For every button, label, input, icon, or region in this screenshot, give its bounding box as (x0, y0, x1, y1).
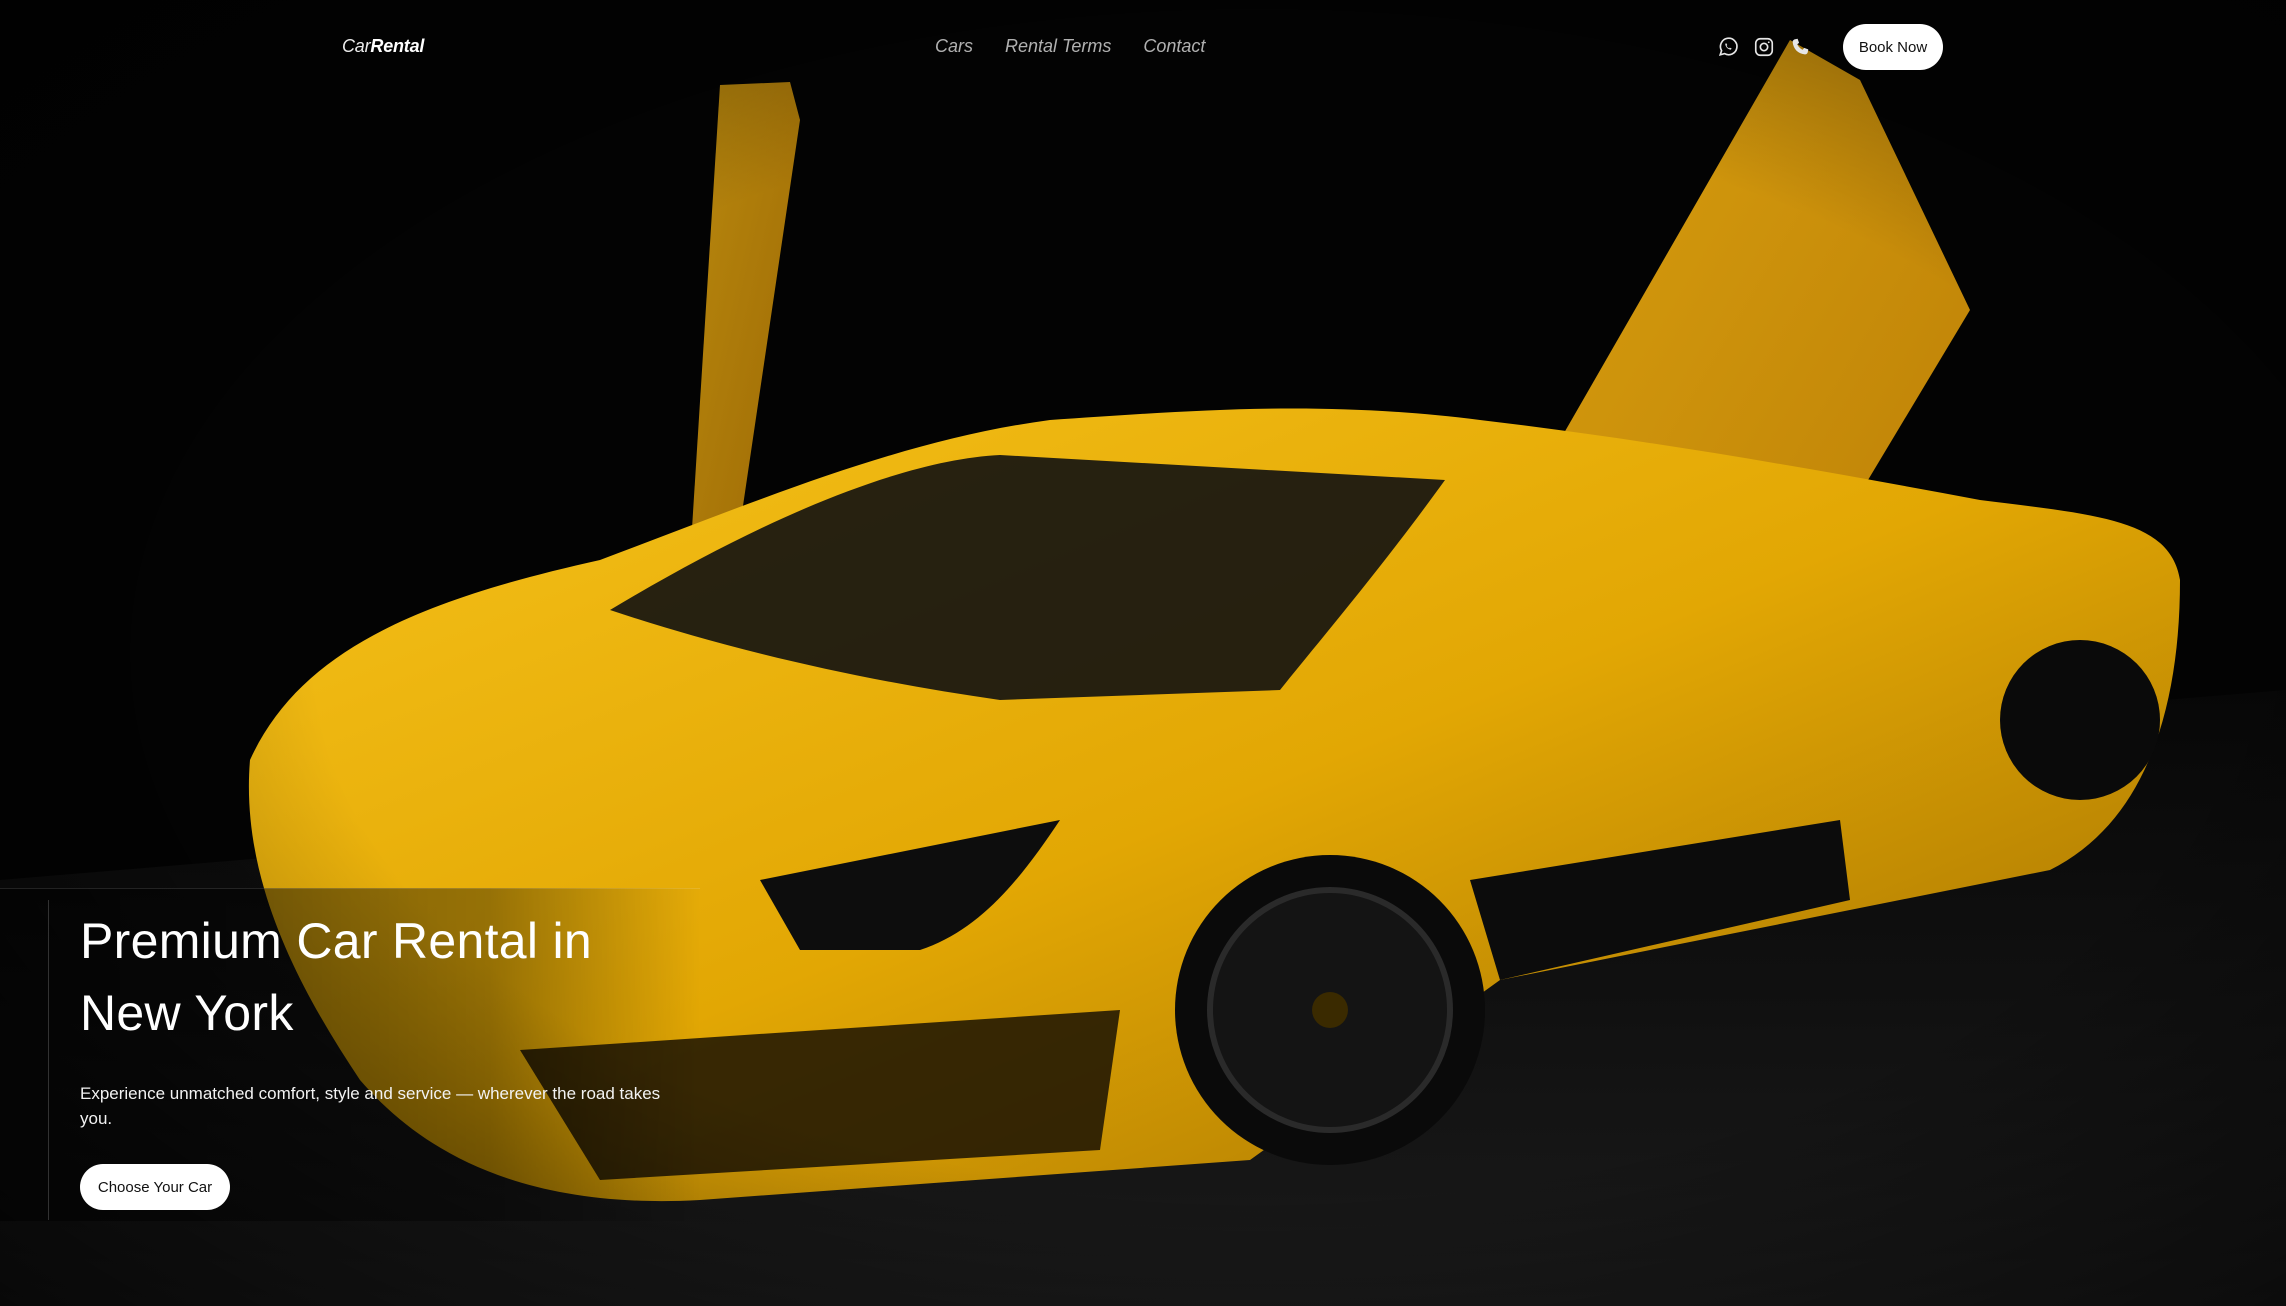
nav-link-rental-terms[interactable]: Rental Terms (1005, 36, 1111, 57)
hero-title: Premium Car Rental in New York (80, 913, 593, 1041)
landing-page: CarRental Cars Rental Terms Contact Book… (0, 0, 2286, 1306)
social-links (1715, 34, 1813, 60)
hero-accent-line (48, 900, 49, 1220)
main-nav: Cars Rental Terms Contact (935, 36, 1205, 57)
logo[interactable]: CarRental (342, 36, 424, 57)
book-now-button[interactable]: Book Now (1843, 24, 1943, 70)
logo-light-text: Car (342, 36, 371, 56)
nav-link-cars[interactable]: Cars (935, 36, 973, 57)
nav-link-contact[interactable]: Contact (1143, 36, 1205, 57)
instagram-icon[interactable] (1751, 34, 1777, 60)
logo-bold-text: Rental (370, 36, 425, 56)
choose-car-button[interactable]: Choose Your Car (80, 1164, 230, 1210)
phone-icon[interactable] (1787, 34, 1813, 60)
site-header: CarRental Cars Rental Terms Contact Book… (0, 0, 2286, 96)
hero-subtitle: Experience unmatched comfort, style and … (80, 1084, 661, 1128)
whatsapp-icon[interactable] (1715, 34, 1741, 60)
